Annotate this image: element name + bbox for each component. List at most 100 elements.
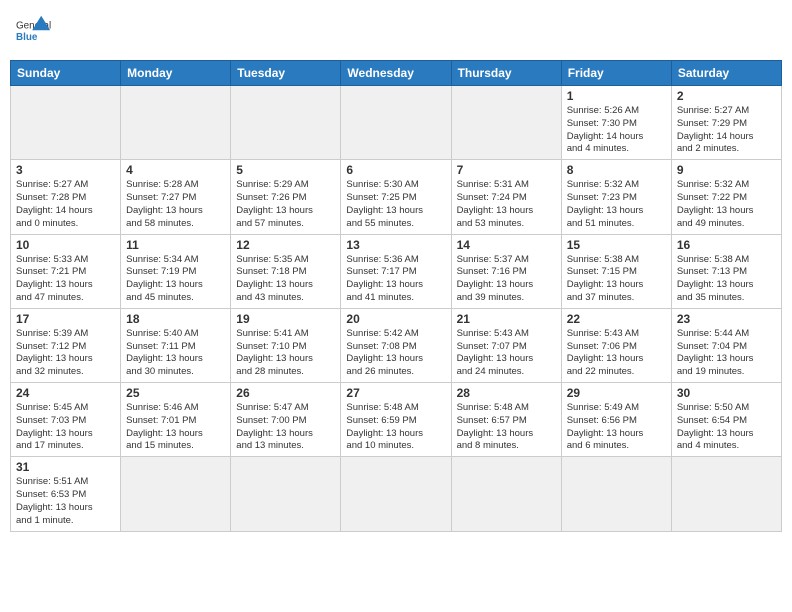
calendar-cell: 5 Sunrise: 5:29 AMSunset: 7:26 PMDaylight…	[231, 160, 341, 234]
day-info: Sunrise: 5:30 AMSunset: 7:25 PMDaylight:…	[346, 179, 445, 230]
calendar-cell: 26 Sunrise: 5:47 AMSunset: 7:00 PMDayligh…	[231, 383, 341, 457]
weekday-header: Monday	[121, 61, 231, 86]
day-info: Sunrise: 5:36 AMSunset: 7:17 PMDaylight:…	[346, 254, 445, 305]
day-info: Sunrise: 5:49 AMSunset: 6:56 PMDaylight:…	[567, 402, 666, 453]
calendar-cell: 13 Sunrise: 5:36 AMSunset: 7:17 PMDayligh…	[341, 234, 451, 308]
day-number: 6	[346, 163, 445, 177]
calendar-cell: 22Sunrise: 5:43 AMSunset: 7:06 PMDayligh…	[561, 308, 671, 382]
day-info: Sunrise: 5:45 AMSunset: 7:03 PMDaylight:…	[16, 402, 115, 453]
day-info: Sunrise: 5:34 AMSunset: 7:19 PMDaylight:…	[126, 254, 225, 305]
day-number: 23	[677, 312, 776, 326]
calendar-cell: 30 Sunrise: 5:50 AMSunset: 6:54 PMDayligh…	[671, 383, 781, 457]
day-number: 8	[567, 163, 666, 177]
day-info: Sunrise: 5:39 AMSunset: 7:12 PMDaylight:…	[16, 328, 115, 379]
calendar-week-row: 10 Sunrise: 5:33 AMSunset: 7:21 PMDayligh…	[11, 234, 782, 308]
day-info: Sunrise: 5:38 AMSunset: 7:15 PMDaylight:…	[567, 254, 666, 305]
day-number: 5	[236, 163, 335, 177]
day-info: Sunrise: 5:48 AMSunset: 6:59 PMDaylight:…	[346, 402, 445, 453]
day-number: 25	[126, 386, 225, 400]
calendar-cell: 11Sunrise: 5:34 AMSunset: 7:19 PMDayligh…	[121, 234, 231, 308]
weekday-header: Wednesday	[341, 61, 451, 86]
day-number: 29	[567, 386, 666, 400]
calendar-cell: 1 Sunrise: 5:26 AMSunset: 7:30 PMDaylight…	[561, 86, 671, 160]
logo: General Blue	[16, 14, 52, 50]
calendar-week-row: 31 Sunrise: 5:51 AMSunset: 6:53 PMDayligh…	[11, 457, 782, 531]
day-info: Sunrise: 5:26 AMSunset: 7:30 PMDaylight:…	[567, 105, 666, 156]
day-info: Sunrise: 5:46 AMSunset: 7:01 PMDaylight:…	[126, 402, 225, 453]
calendar-cell: 25 Sunrise: 5:46 AMSunset: 7:01 PMDayligh…	[121, 383, 231, 457]
weekday-header: Sunday	[11, 61, 121, 86]
day-number: 9	[677, 163, 776, 177]
weekday-header: Thursday	[451, 61, 561, 86]
calendar-cell: 19 Sunrise: 5:41 AMSunset: 7:10 PMDayligh…	[231, 308, 341, 382]
logo-icon: General Blue	[16, 14, 52, 50]
calendar-cell: 28 Sunrise: 5:48 AMSunset: 6:57 PMDayligh…	[451, 383, 561, 457]
calendar-cell: 2 Sunrise: 5:27 AMSunset: 7:29 PMDaylight…	[671, 86, 781, 160]
calendar-cell: 12 Sunrise: 5:35 AMSunset: 7:18 PMDayligh…	[231, 234, 341, 308]
day-number: 2	[677, 89, 776, 103]
day-number: 12	[236, 238, 335, 252]
day-info: Sunrise: 5:33 AMSunset: 7:21 PMDaylight:…	[16, 254, 115, 305]
day-info: Sunrise: 5:41 AMSunset: 7:10 PMDaylight:…	[236, 328, 335, 379]
day-info: Sunrise: 5:51 AMSunset: 6:53 PMDaylight:…	[16, 476, 115, 527]
calendar-cell: 4 Sunrise: 5:28 AMSunset: 7:27 PMDaylight…	[121, 160, 231, 234]
day-info: Sunrise: 5:28 AMSunset: 7:27 PMDaylight:…	[126, 179, 225, 230]
calendar-cell: 8Sunrise: 5:32 AMSunset: 7:23 PMDaylight…	[561, 160, 671, 234]
day-info: Sunrise: 5:35 AMSunset: 7:18 PMDaylight:…	[236, 254, 335, 305]
calendar-cell	[121, 86, 231, 160]
day-info: Sunrise: 5:42 AMSunset: 7:08 PMDaylight:…	[346, 328, 445, 379]
calendar-cell	[121, 457, 231, 531]
calendar-week-row: 1 Sunrise: 5:26 AMSunset: 7:30 PMDaylight…	[11, 86, 782, 160]
svg-text:Blue: Blue	[16, 32, 38, 43]
calendar-cell: 27 Sunrise: 5:48 AMSunset: 6:59 PMDayligh…	[341, 383, 451, 457]
day-info: Sunrise: 5:50 AMSunset: 6:54 PMDaylight:…	[677, 402, 776, 453]
calendar-cell	[341, 457, 451, 531]
day-number: 15	[567, 238, 666, 252]
day-number: 13	[346, 238, 445, 252]
calendar-cell: 3Sunrise: 5:27 AMSunset: 7:28 PMDaylight…	[11, 160, 121, 234]
day-number: 1	[567, 89, 666, 103]
day-info: Sunrise: 5:38 AMSunset: 7:13 PMDaylight:…	[677, 254, 776, 305]
day-info: Sunrise: 5:31 AMSunset: 7:24 PMDaylight:…	[457, 179, 556, 230]
day-number: 14	[457, 238, 556, 252]
calendar-cell: 18Sunrise: 5:40 AMSunset: 7:11 PMDayligh…	[121, 308, 231, 382]
day-number: 10	[16, 238, 115, 252]
day-number: 24	[16, 386, 115, 400]
calendar-cell	[231, 457, 341, 531]
day-number: 18	[126, 312, 225, 326]
calendar-cell: 24 Sunrise: 5:45 AMSunset: 7:03 PMDayligh…	[11, 383, 121, 457]
day-info: Sunrise: 5:43 AMSunset: 7:07 PMDaylight:…	[457, 328, 556, 379]
calendar-cell	[341, 86, 451, 160]
day-number: 22	[567, 312, 666, 326]
calendar-cell	[451, 457, 561, 531]
calendar-cell: 16Sunrise: 5:38 AMSunset: 7:13 PMDayligh…	[671, 234, 781, 308]
day-number: 30	[677, 386, 776, 400]
day-number: 31	[16, 460, 115, 474]
day-number: 27	[346, 386, 445, 400]
day-number: 26	[236, 386, 335, 400]
day-info: Sunrise: 5:44 AMSunset: 7:04 PMDaylight:…	[677, 328, 776, 379]
day-number: 19	[236, 312, 335, 326]
page-header: General Blue	[10, 10, 782, 54]
day-number: 21	[457, 312, 556, 326]
calendar-week-row: 17 Sunrise: 5:39 AMSunset: 7:12 PMDayligh…	[11, 308, 782, 382]
day-info: Sunrise: 5:47 AMSunset: 7:00 PMDaylight:…	[236, 402, 335, 453]
day-number: 4	[126, 163, 225, 177]
day-info: Sunrise: 5:48 AMSunset: 6:57 PMDaylight:…	[457, 402, 556, 453]
calendar-cell	[561, 457, 671, 531]
day-info: Sunrise: 5:29 AMSunset: 7:26 PMDaylight:…	[236, 179, 335, 230]
weekday-header: Friday	[561, 61, 671, 86]
calendar-cell	[231, 86, 341, 160]
calendar-cell: 21 Sunrise: 5:43 AMSunset: 7:07 PMDayligh…	[451, 308, 561, 382]
calendar-cell: 29 Sunrise: 5:49 AMSunset: 6:56 PMDayligh…	[561, 383, 671, 457]
weekday-header: Tuesday	[231, 61, 341, 86]
calendar-cell: 31 Sunrise: 5:51 AMSunset: 6:53 PMDayligh…	[11, 457, 121, 531]
day-info: Sunrise: 5:32 AMSunset: 7:22 PMDaylight:…	[677, 179, 776, 230]
calendar-cell: 20Sunrise: 5:42 AMSunset: 7:08 PMDayligh…	[341, 308, 451, 382]
weekday-header: Saturday	[671, 61, 781, 86]
day-info: Sunrise: 5:27 AMSunset: 7:29 PMDaylight:…	[677, 105, 776, 156]
calendar-week-row: 3Sunrise: 5:27 AMSunset: 7:28 PMDaylight…	[11, 160, 782, 234]
calendar-cell: 7Sunrise: 5:31 AMSunset: 7:24 PMDaylight…	[451, 160, 561, 234]
day-number: 28	[457, 386, 556, 400]
day-number: 17	[16, 312, 115, 326]
